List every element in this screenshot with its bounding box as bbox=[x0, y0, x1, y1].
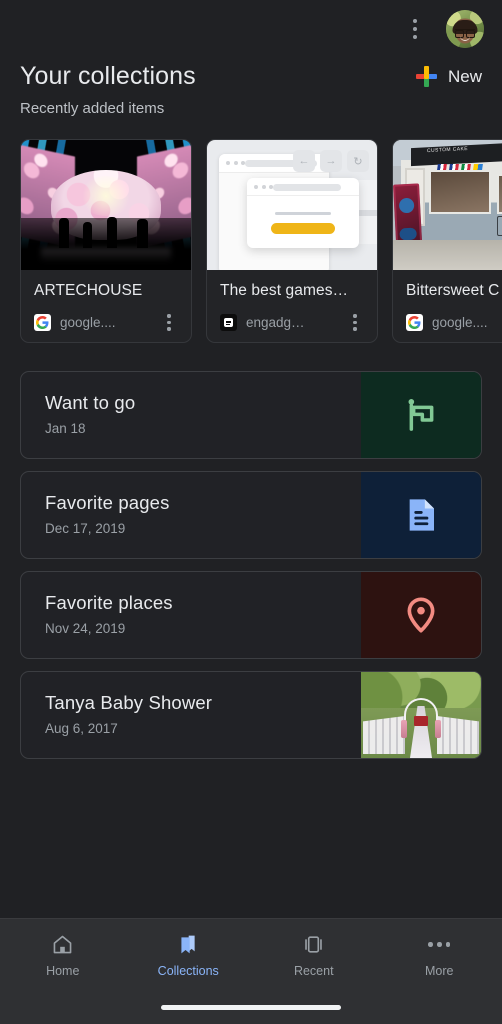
collection-date: Aug 6, 2017 bbox=[45, 721, 118, 736]
avatar[interactable] bbox=[446, 10, 484, 48]
collection-tile bbox=[361, 372, 481, 458]
collection-name: Tanya Baby Shower bbox=[45, 692, 213, 713]
card-meta: engadg… bbox=[220, 314, 364, 331]
recent-card[interactable]: ARTECHOUSE google.... bbox=[20, 139, 192, 343]
collection-row-favorite-places[interactable]: Favorite places Nov 24, 2019 bbox=[20, 571, 482, 659]
recent-tabs-icon bbox=[302, 933, 325, 957]
recent-card[interactable]: CUSTOM CAKE Bittersweet C google.... bbox=[392, 139, 502, 343]
home-indicator[interactable] bbox=[161, 1005, 341, 1010]
section-subtitle: Recently added items bbox=[20, 100, 165, 117]
flag-icon bbox=[408, 399, 434, 431]
collection-row-tanya-baby-shower[interactable]: Tanya Baby Shower Aug 6, 2017 bbox=[20, 671, 482, 759]
collection-date: Jan 18 bbox=[45, 421, 86, 436]
collection-date: Dec 17, 2019 bbox=[45, 521, 126, 536]
card-body: The best games… engadg… bbox=[207, 270, 377, 342]
google-icon bbox=[34, 314, 51, 331]
nav-item-recent[interactable]: Recent bbox=[251, 919, 377, 991]
recent-items-carousel[interactable]: ARTECHOUSE google.... ← → ↻ The best gam… bbox=[0, 117, 502, 343]
card-image-storefront: CUSTOM CAKE bbox=[393, 140, 502, 270]
card-title: Bittersweet C bbox=[406, 282, 500, 299]
card-source: google.... bbox=[432, 315, 488, 330]
home-icon bbox=[51, 933, 74, 957]
collections-list: Want to go Jan 18 Favorite pages Dec 17,… bbox=[0, 343, 502, 759]
collection-text: Favorite pages Dec 17, 2019 bbox=[21, 472, 361, 558]
google-icon bbox=[406, 314, 423, 331]
collection-row-favorite-pages[interactable]: Favorite pages Dec 17, 2019 bbox=[20, 471, 482, 559]
page-title: Your collections bbox=[20, 62, 196, 90]
collection-row-want-to-go[interactable]: Want to go Jan 18 bbox=[20, 371, 482, 459]
nav-label-collections: Collections bbox=[157, 963, 219, 978]
new-button-label: New bbox=[447, 66, 482, 86]
new-collection-button[interactable]: New bbox=[414, 60, 484, 93]
kebab-dot bbox=[413, 19, 417, 23]
kebab-dot bbox=[413, 27, 417, 31]
plus-icon bbox=[415, 66, 437, 87]
more-dots-icon bbox=[428, 933, 451, 957]
collection-thumbnail bbox=[361, 672, 481, 758]
card-title: ARTECHOUSE bbox=[34, 282, 143, 299]
collection-text: Tanya Baby Shower Aug 6, 2017 bbox=[21, 672, 361, 758]
nav-label-more: More bbox=[425, 963, 454, 978]
collections-screen: Your collections New Recently added item… bbox=[0, 0, 502, 1024]
collection-name: Favorite pages bbox=[45, 492, 170, 513]
card-body: ARTECHOUSE google.... bbox=[21, 270, 191, 342]
nav-label-home: Home bbox=[46, 963, 80, 978]
location-pin-icon bbox=[407, 597, 435, 633]
engadget-icon bbox=[220, 314, 237, 331]
recent-card[interactable]: ← → ↻ The best games… engadg… bbox=[206, 139, 378, 343]
collection-name: Favorite places bbox=[45, 592, 173, 613]
kebab-dot bbox=[413, 35, 417, 39]
collection-tile bbox=[361, 572, 481, 658]
collection-text: Favorite places Nov 24, 2019 bbox=[21, 572, 361, 658]
header-row: Your collections New bbox=[0, 58, 502, 93]
card-overflow-button[interactable] bbox=[160, 314, 178, 331]
avatar-glasses bbox=[455, 29, 475, 38]
document-icon bbox=[409, 499, 434, 531]
top-bar bbox=[0, 0, 502, 58]
nav-label-recent: Recent bbox=[293, 963, 334, 978]
nav-item-collections[interactable]: Collections bbox=[126, 919, 252, 991]
card-source: engadg… bbox=[246, 315, 305, 330]
bookmarks-icon bbox=[177, 933, 200, 957]
card-body: Bittersweet C google.... bbox=[393, 270, 502, 342]
card-title: The best games… bbox=[220, 282, 349, 299]
nav-item-more[interactable]: More bbox=[377, 919, 502, 991]
card-image-engadget: ← → ↻ bbox=[207, 140, 377, 270]
collection-name: Want to go bbox=[45, 392, 136, 413]
nav-item-home[interactable]: Home bbox=[0, 919, 126, 991]
card-meta: google.... bbox=[406, 314, 502, 331]
card-overflow-button[interactable] bbox=[346, 314, 364, 331]
collection-tile bbox=[361, 472, 481, 558]
card-meta: google.... bbox=[34, 314, 178, 331]
collection-text: Want to go Jan 18 bbox=[21, 372, 361, 458]
card-image-artechouse bbox=[21, 140, 191, 270]
card-source: google.... bbox=[60, 315, 116, 330]
bottom-navigation: Home Collections Recent More bbox=[0, 918, 502, 1024]
collection-date: Nov 24, 2019 bbox=[45, 621, 126, 636]
overflow-menu-button[interactable] bbox=[398, 10, 432, 48]
